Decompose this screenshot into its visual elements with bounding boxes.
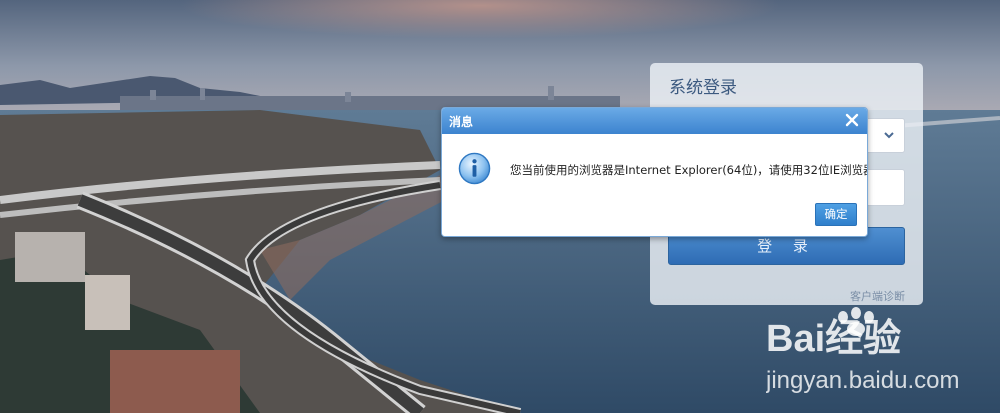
- baidu-jingyan-watermark: Bai经验 jingyan.baidu.com: [766, 307, 959, 394]
- dialog-header: 消息: [442, 108, 867, 134]
- watermark-brand: Bai经验: [766, 318, 901, 360]
- message-dialog: 消息 您当前使用的浏览器是Internet Explorer(64位)，请使用3…: [441, 107, 868, 237]
- dialog-body: 您当前使用的浏览器是Internet Explorer(64位)，请使用32位I…: [442, 134, 868, 236]
- close-icon[interactable]: [844, 112, 860, 128]
- info-icon: [458, 152, 491, 185]
- dialog-title: 消息: [449, 115, 474, 129]
- ok-button[interactable]: 确定: [815, 203, 857, 226]
- client-diagnostics-link[interactable]: 客户端诊断: [850, 288, 905, 304]
- dialog-message: 您当前使用的浏览器是Internet Explorer(64位)，请使用32位I…: [510, 163, 868, 177]
- watermark-url: jingyan.baidu.com: [766, 367, 959, 394]
- chevron-down-icon: [884, 132, 894, 139]
- login-title: 系统登录: [669, 78, 737, 98]
